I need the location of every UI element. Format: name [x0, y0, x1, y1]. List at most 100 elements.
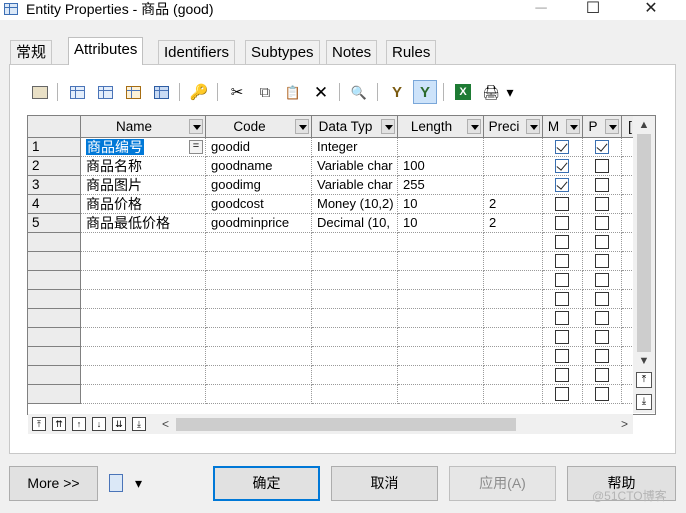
checkbox[interactable] — [595, 197, 609, 211]
tab-notes[interactable]: Notes — [326, 40, 378, 65]
cell-name[interactable]: 商品编号 = — [81, 138, 206, 157]
apply-button[interactable]: 应用(A) — [449, 466, 556, 501]
maximize-button[interactable]: ☐ — [570, 0, 616, 20]
cell-code[interactable]: goodname — [206, 157, 312, 176]
checkbox[interactable] — [555, 197, 569, 211]
row-number[interactable]: 5 — [28, 214, 81, 233]
ok-button[interactable]: 确定 — [213, 466, 320, 501]
cell-code[interactable] — [206, 252, 312, 271]
checkbox-checked[interactable] — [595, 140, 609, 154]
checkbox[interactable] — [555, 311, 569, 325]
checkbox[interactable] — [595, 368, 609, 382]
cell-length[interactable] — [398, 252, 484, 271]
checkbox[interactable] — [595, 349, 609, 363]
row-number[interactable] — [28, 385, 81, 404]
checkbox[interactable] — [555, 349, 569, 363]
checkbox[interactable] — [555, 292, 569, 306]
cell-m[interactable] — [543, 214, 583, 233]
cell-precision[interactable] — [484, 290, 543, 309]
move-to-bottom-icon[interactable]: ⤓ — [132, 417, 146, 431]
chevron-down-icon[interactable] — [295, 119, 309, 134]
checkbox-checked[interactable] — [555, 178, 569, 192]
checkbox[interactable] — [595, 159, 609, 173]
cell-m[interactable] — [543, 271, 583, 290]
tab-rules[interactable]: Rules — [386, 40, 437, 65]
cell-type[interactable] — [312, 309, 398, 328]
cell-code[interactable]: goodid — [206, 138, 312, 157]
cell-precision[interactable] — [484, 366, 543, 385]
row-number[interactable] — [28, 366, 81, 385]
checkbox[interactable] — [595, 254, 609, 268]
checkbox[interactable] — [595, 311, 609, 325]
cell-name[interactable] — [81, 366, 206, 385]
cell-code[interactable]: goodimg — [206, 176, 312, 195]
cell-code[interactable] — [206, 347, 312, 366]
cell-length[interactable]: 10 — [398, 214, 484, 233]
cell-length[interactable] — [398, 309, 484, 328]
cell-p[interactable] — [583, 309, 622, 328]
cell-code[interactable] — [206, 366, 312, 385]
checkbox[interactable] — [595, 273, 609, 287]
cell-p[interactable] — [583, 157, 622, 176]
row-number[interactable] — [28, 233, 81, 252]
cell-type[interactable] — [312, 366, 398, 385]
cell-code[interactable] — [206, 271, 312, 290]
print-icon[interactable]: 🖨 — [479, 80, 503, 104]
cell-m[interactable] — [543, 366, 583, 385]
column-header-name[interactable]: Name — [81, 116, 206, 138]
cell-m[interactable] — [543, 233, 583, 252]
cell-code[interactable]: goodcost — [206, 195, 312, 214]
checkbox[interactable] — [555, 235, 569, 249]
find-icon[interactable]: 🔍 — [347, 80, 371, 104]
cell-p[interactable] — [583, 290, 622, 309]
move-page-up-icon[interactable]: ⇈ — [52, 417, 66, 431]
cell-type[interactable]: Money (10,2) — [312, 195, 398, 214]
checkbox[interactable] — [555, 273, 569, 287]
column-header-precision[interactable]: Preci — [484, 116, 543, 138]
cell-m[interactable] — [543, 385, 583, 404]
cell-precision[interactable] — [484, 138, 543, 157]
cell-name[interactable] — [81, 252, 206, 271]
cell-precision[interactable] — [484, 157, 543, 176]
cell-type[interactable] — [312, 233, 398, 252]
cell-precision[interactable] — [484, 252, 543, 271]
checkbox[interactable] — [595, 216, 609, 230]
cell-m[interactable] — [543, 195, 583, 214]
cell-length[interactable]: 255 — [398, 176, 484, 195]
cell-name[interactable]: 商品名称 — [81, 157, 206, 176]
move-to-top-icon[interactable]: ⤒ — [32, 417, 46, 431]
chevron-down-icon[interactable] — [526, 119, 540, 134]
checkbox[interactable] — [555, 254, 569, 268]
vertical-scroll-thumb[interactable] — [637, 134, 651, 352]
row-number[interactable] — [28, 290, 81, 309]
cell-name[interactable] — [81, 271, 206, 290]
column-header-primary[interactable]: P — [583, 116, 622, 138]
checkbox[interactable] — [595, 330, 609, 344]
cell-precision[interactable]: 2 — [484, 214, 543, 233]
cell-length[interactable] — [398, 271, 484, 290]
attributes-grid[interactable]: Name Code Data Typ Length Preci M P [ 1商… — [27, 115, 656, 415]
cell-precision[interactable] — [484, 347, 543, 366]
row-number[interactable] — [28, 252, 81, 271]
cell-type[interactable] — [312, 290, 398, 309]
excel-export-icon[interactable]: X — [451, 80, 475, 104]
scroll-left-icon[interactable]: < — [162, 414, 169, 434]
cell-name[interactable] — [81, 328, 206, 347]
column-header-mandatory[interactable]: M — [543, 116, 583, 138]
cell-name[interactable]: 商品最低价格 — [81, 214, 206, 233]
close-button[interactable]: ✕ — [628, 0, 674, 20]
menu-dropdown-button[interactable]: ▾ — [107, 474, 151, 494]
name-code-sync-button[interactable]: = — [189, 140, 203, 154]
checkbox[interactable] — [595, 292, 609, 306]
cell-name[interactable] — [81, 233, 206, 252]
row-number[interactable] — [28, 328, 81, 347]
horizontal-scrollbar[interactable]: ⤒ ⇈ ↑ ↓ ⇊ ⤓ < > — [28, 414, 633, 434]
cell-type[interactable]: Integer — [312, 138, 398, 157]
cell-precision[interactable] — [484, 328, 543, 347]
cell-m[interactable] — [543, 138, 583, 157]
tab-subtypes[interactable]: Subtypes — [245, 40, 320, 65]
checkbox[interactable] — [555, 216, 569, 230]
column-header-data-type[interactable]: Data Typ — [312, 116, 398, 138]
scroll-down-arrow-icon[interactable]: ▼ — [633, 352, 655, 370]
chevron-down-icon[interactable] — [189, 119, 203, 134]
